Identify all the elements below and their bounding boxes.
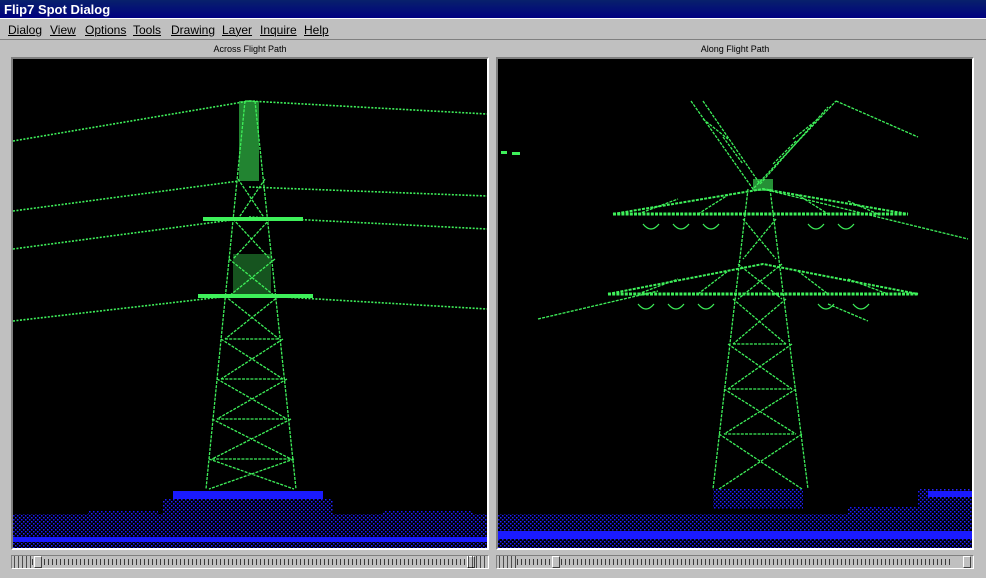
- menu-inquire[interactable]: Inquire: [260, 22, 297, 38]
- stray-points: [501, 151, 773, 191]
- point-cloud-across: [13, 100, 487, 548]
- slider-ticks: [32, 559, 468, 565]
- menu-layer[interactable]: Layer: [222, 22, 252, 38]
- slider-across[interactable]: [11, 555, 489, 569]
- slider-thumb-along-end[interactable]: [963, 556, 971, 568]
- viewport-across-flight-path[interactable]: [11, 57, 489, 550]
- menu-view[interactable]: View: [50, 22, 76, 38]
- menu-dialog[interactable]: Dialog: [8, 22, 42, 38]
- slider-right-end: [468, 556, 486, 568]
- slider-left-end: [14, 556, 32, 568]
- menu-tools[interactable]: Tools: [133, 22, 161, 38]
- window-titlebar: Flip7 Spot Dialog: [0, 0, 986, 19]
- slider-thumb-along[interactable]: [552, 556, 560, 568]
- ground-points: [13, 491, 487, 548]
- menu-bar: Dialog View Options Tools Drawing Layer …: [0, 20, 986, 40]
- point-cloud-along: [498, 100, 972, 548]
- menu-options[interactable]: Options: [85, 22, 126, 38]
- viewport-along-flight-path[interactable]: [496, 57, 974, 550]
- view-label-across: Across Flight Path: [213, 44, 287, 54]
- tower-structure-along: [537, 100, 969, 490]
- slider-left-end: [499, 556, 517, 568]
- window-title: Flip7 Spot Dialog: [4, 2, 111, 17]
- view-label-along: Along Flight Path: [700, 44, 770, 54]
- slider-ticks: [517, 559, 953, 565]
- ground-points-along: [498, 489, 972, 548]
- slider-along[interactable]: [496, 555, 974, 569]
- menu-help[interactable]: Help: [304, 22, 329, 38]
- slider-thumb-across[interactable]: [34, 556, 42, 568]
- menu-drawing[interactable]: Drawing: [171, 22, 215, 38]
